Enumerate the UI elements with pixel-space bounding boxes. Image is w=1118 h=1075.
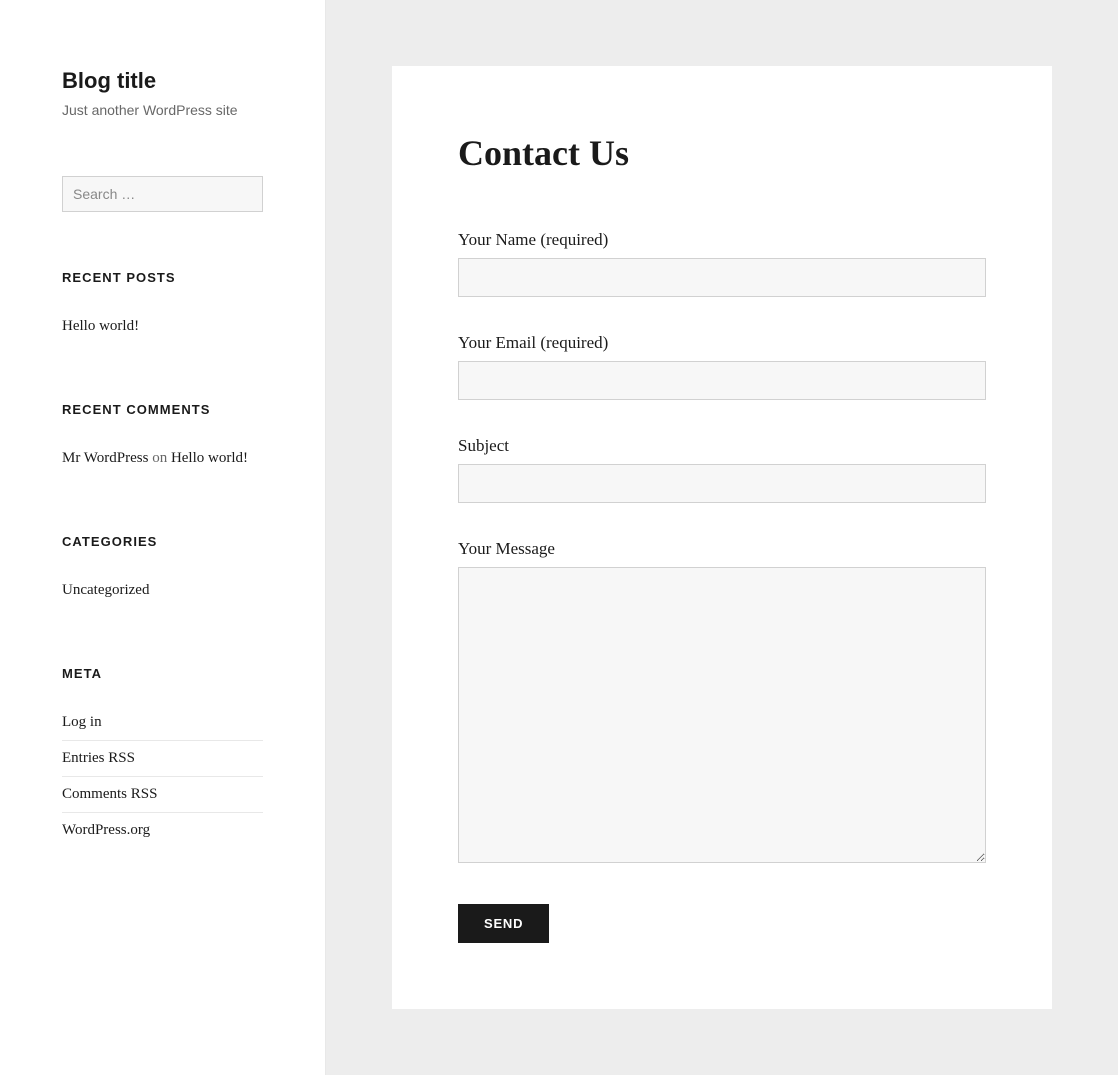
name-field-group: Your Name (required) <box>458 230 986 297</box>
meta-item-entries-rss[interactable]: Entries RSS <box>62 741 263 777</box>
meta-item-wordpress[interactable]: WordPress.org <box>62 813 263 848</box>
message-textarea[interactable] <box>458 567 986 863</box>
comment-post-link[interactable]: Hello world! <box>171 450 248 466</box>
page-title: Contact Us <box>458 132 986 174</box>
subject-input[interactable] <box>458 464 986 503</box>
search-input[interactable] <box>62 176 263 212</box>
categories-widget: CATEGORIES Uncategorized <box>62 534 263 608</box>
content-area: Contact Us Your Name (required) Your Ema… <box>326 0 1118 1075</box>
email-field-group: Your Email (required) <box>458 333 986 400</box>
recent-comment-item: Mr WordPress on Hello world! <box>62 441 263 476</box>
meta-widget: META Log in Entries RSS Comments RSS Wor… <box>62 666 263 848</box>
sidebar: Blog title Just another WordPress site R… <box>0 0 326 1075</box>
meta-item-comments-rss[interactable]: Comments RSS <box>62 777 263 813</box>
site-tagline: Just another WordPress site <box>62 102 263 118</box>
site-title[interactable]: Blog title <box>62 68 263 94</box>
name-input[interactable] <box>458 258 986 297</box>
subject-label: Subject <box>458 436 986 456</box>
recent-posts-widget: RECENT POSTS Hello world! <box>62 270 263 344</box>
recent-comments-heading: RECENT COMMENTS <box>62 402 263 417</box>
meta-item-login[interactable]: Log in <box>62 705 263 741</box>
category-item[interactable]: Uncategorized <box>62 573 263 608</box>
categories-heading: CATEGORIES <box>62 534 263 549</box>
recent-posts-heading: RECENT POSTS <box>62 270 263 285</box>
message-label: Your Message <box>458 539 986 559</box>
content-card: Contact Us Your Name (required) Your Ema… <box>392 66 1052 1009</box>
email-label: Your Email (required) <box>458 333 986 353</box>
meta-heading: META <box>62 666 263 681</box>
message-field-group: Your Message <box>458 539 986 868</box>
recent-comments-widget: RECENT COMMENTS Mr WordPress on Hello wo… <box>62 402 263 476</box>
recent-post-item[interactable]: Hello world! <box>62 309 263 344</box>
name-label: Your Name (required) <box>458 230 986 250</box>
comment-connector: on <box>148 450 171 466</box>
send-button[interactable]: SEND <box>458 904 549 943</box>
subject-field-group: Subject <box>458 436 986 503</box>
email-input[interactable] <box>458 361 986 400</box>
comment-author-link[interactable]: Mr WordPress <box>62 450 148 466</box>
